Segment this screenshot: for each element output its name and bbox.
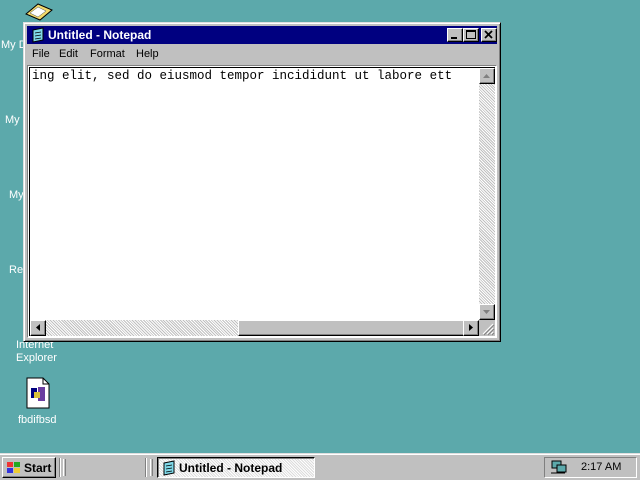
desktop-label-file[interactable]: fbdifbsd — [18, 414, 57, 427]
taskbar-separator — [145, 458, 147, 477]
my-documents-icon[interactable] — [24, 2, 54, 22]
notepad-window: Untitled - Notepad File Edit Format Help… — [23, 22, 501, 342]
minimize-icon — [451, 37, 457, 39]
editor-text[interactable]: ing elit, sed do eiusmod tempor incididu… — [32, 68, 482, 84]
maximize-button[interactable] — [463, 28, 479, 42]
vertical-scrollbar[interactable] — [479, 68, 495, 320]
desktop-label-my-computer[interactable]: My — [5, 114, 20, 127]
menu-edit[interactable]: Edit — [59, 48, 78, 61]
scroll-up-button[interactable] — [479, 68, 495, 84]
size-grip-icon — [482, 323, 495, 336]
desktop-label-my-network[interactable]: My — [9, 189, 24, 202]
taskbar-separator — [59, 458, 61, 477]
menu-bar: File Edit Format Help — [27, 45, 497, 64]
clock[interactable]: 2:17 AM — [581, 461, 621, 473]
desktop-label-recycle-bin[interactable]: Re — [9, 264, 23, 277]
arrow-up-icon — [483, 74, 490, 78]
quick-launch-grip[interactable] — [63, 459, 66, 476]
horizontal-scrollbar[interactable] — [30, 320, 479, 336]
scroll-left-button[interactable] — [30, 320, 46, 336]
scroll-down-button[interactable] — [479, 304, 495, 320]
text-editor[interactable]: ing elit, sed do eiusmod tempor incididu… — [27, 65, 497, 338]
desktop-label-internet-explorer-2[interactable]: Explorer — [16, 352, 57, 365]
arrow-down-icon — [483, 310, 490, 314]
menu-format[interactable]: Format — [90, 48, 125, 61]
title-bar[interactable]: Untitled - Notepad — [27, 26, 497, 44]
arrow-right-icon — [469, 324, 473, 331]
maximize-icon — [466, 30, 476, 39]
start-label: Start — [24, 461, 52, 475]
close-button[interactable] — [481, 28, 497, 42]
scroll-right-button[interactable] — [463, 320, 479, 336]
window-title: Untitled - Notepad — [48, 28, 152, 42]
close-icon — [484, 30, 493, 39]
taskbar-notepad-button[interactable]: Untitled - Notepad — [157, 457, 315, 478]
size-grip[interactable] — [479, 320, 495, 336]
menu-help[interactable]: Help — [136, 48, 159, 61]
horizontal-scroll-thumb[interactable] — [238, 320, 466, 336]
notepad-icon — [32, 27, 44, 43]
system-tray: 2:17 AM — [544, 457, 637, 478]
network-icon[interactable] — [549, 459, 569, 475]
windows-logo-icon — [7, 462, 20, 473]
taskbar: Start Untitled - Notepad 2:17 AM — [0, 453, 640, 480]
notepad-icon — [163, 460, 175, 476]
start-button[interactable]: Start — [2, 457, 56, 478]
menu-file[interactable]: File — [32, 48, 50, 61]
taskbar-notepad-label: Untitled - Notepad — [179, 461, 283, 475]
arrow-left-icon — [36, 324, 40, 331]
task-area-grip[interactable] — [150, 459, 153, 476]
file-icon[interactable] — [24, 377, 52, 409]
minimize-button[interactable] — [447, 28, 463, 42]
